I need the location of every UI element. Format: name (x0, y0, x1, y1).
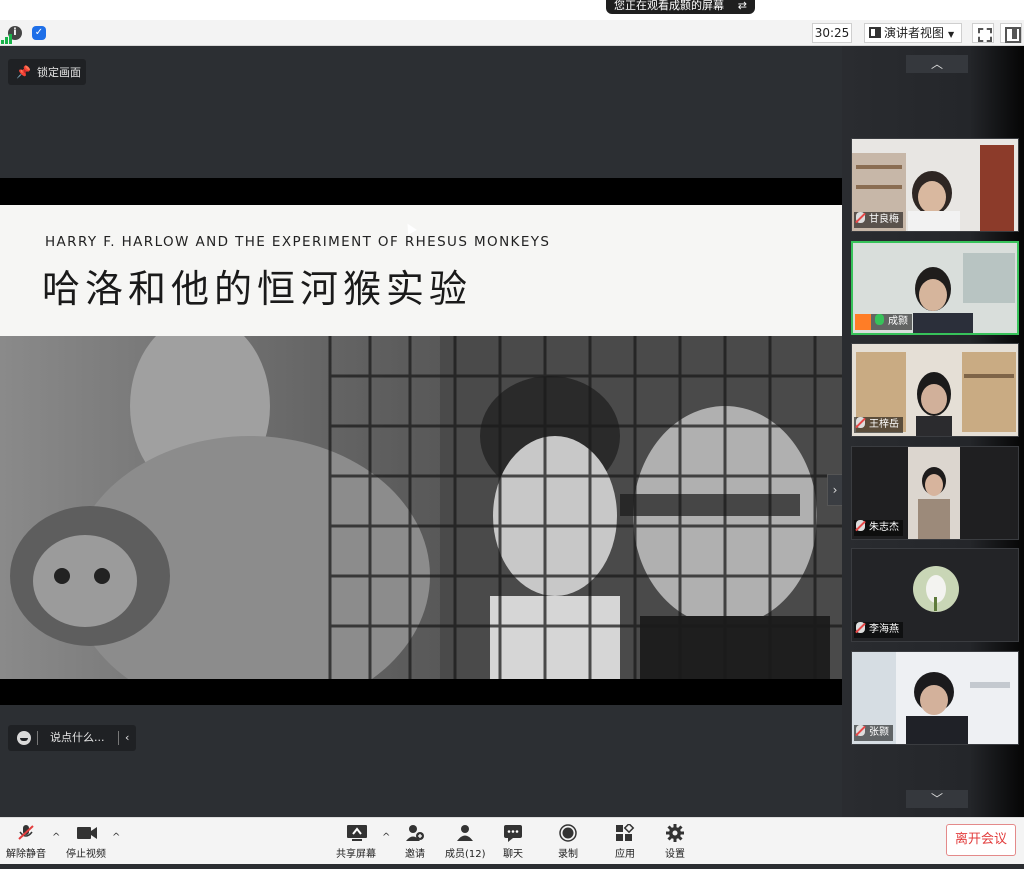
lock-screen-button[interactable]: 📌 锁定画面 (8, 59, 86, 85)
apps-icon (615, 822, 635, 842)
participant-name: 朱志杰 (869, 522, 899, 533)
mic-muted-icon (856, 622, 865, 633)
participant-name: 李海燕 (869, 624, 899, 635)
apps-button[interactable]: 应用 (615, 822, 635, 860)
participant-name: 甘良梅 (869, 214, 899, 225)
chevron-left-icon[interactable]: ‹ (125, 725, 129, 751)
members-icon (455, 824, 475, 842)
video-camera-icon (76, 824, 97, 842)
fullscreen-icon[interactable] (972, 23, 994, 43)
gear-icon (665, 824, 685, 842)
divider (118, 731, 119, 745)
host-badge-icon (855, 314, 871, 330)
invite-label: 邀请 (405, 849, 425, 860)
participant-name-tag: 成颢 (855, 314, 912, 330)
participant-name: 成颢 (888, 316, 908, 327)
record-label: 录制 (558, 849, 578, 860)
record-icon (558, 824, 578, 842)
slide-subtitle: HARRY F. HARLOW AND THE EXPERIMENT OF RH… (45, 234, 551, 250)
share-screen-icon (346, 824, 367, 842)
chat-button[interactable]: 聊天 (503, 824, 523, 860)
stop-video-button[interactable]: 停止视频 (66, 824, 106, 860)
chevron-up-icon[interactable]: ^ (52, 832, 60, 843)
participant-tile[interactable]: 王梓岳 (851, 343, 1019, 437)
stop-video-label: 停止视频 (66, 849, 106, 860)
slide-header: HARRY F. HARLOW AND THE EXPERIMENT OF RH… (0, 205, 842, 336)
mic-muted-icon (16, 824, 36, 842)
view-mode-dropdown[interactable]: 演讲者视图 ▼ (864, 23, 962, 43)
share-screen-label: 共享屏幕 (336, 849, 376, 860)
scroll-down-button[interactable]: ﹀ (906, 790, 968, 808)
apps-label: 应用 (615, 849, 635, 860)
leave-meeting-button[interactable]: 离开会议 (946, 824, 1016, 856)
chevron-down-icon: ▼ (948, 30, 955, 39)
slide-photo (0, 336, 842, 679)
status-bar: i ✓ 30:25 演讲者视图 ▼ (0, 20, 1024, 46)
chat-label: 聊天 (503, 849, 523, 860)
unmute-button[interactable]: 解除静音 (6, 824, 46, 860)
mic-muted-icon (856, 520, 865, 531)
mic-muted-icon (856, 417, 865, 428)
sidebar-toggle-icon[interactable] (1000, 23, 1022, 43)
participant-tile[interactable]: 甘良梅 (851, 138, 1019, 232)
chat-placeholder: 说点什么... (50, 731, 105, 744)
presentation-slide: HARRY F. HARLOW AND THE EXPERIMENT OF RH… (0, 178, 842, 705)
view-mode-label: 演讲者视图 (884, 26, 945, 40)
speaker-view-icon (869, 27, 881, 38)
chevron-up-icon[interactable]: ^ (382, 832, 390, 843)
members-label: 成员(12) (445, 849, 486, 860)
unmute-label: 解除静音 (6, 849, 46, 860)
meeting-timer: 30:25 (812, 23, 852, 43)
participant-name-tag: 朱志杰 (854, 520, 903, 536)
scroll-up-button[interactable]: ︿ (906, 55, 968, 73)
settings-label: 设置 (665, 849, 685, 860)
members-button[interactable]: 成员(12) (445, 824, 486, 860)
window-bottom-edge (0, 864, 1024, 869)
shield-icon[interactable]: ✓ (32, 26, 46, 40)
chevron-up-icon[interactable]: ^ (112, 832, 120, 843)
chevron-right-icon[interactable]: › (827, 474, 843, 506)
mic-muted-icon (856, 725, 865, 736)
share-screen-button[interactable]: 共享屏幕 (336, 824, 376, 860)
pin-icon: 📌 (16, 65, 31, 79)
emoji-icon[interactable] (17, 731, 31, 745)
mic-muted-icon (856, 212, 865, 223)
participant-tile[interactable]: 张颢 (851, 651, 1019, 745)
mic-on-icon (875, 314, 884, 325)
participant-name-tag: 李海燕 (854, 622, 903, 638)
slide-title: 哈洛和他的恒河猴实验 (42, 267, 473, 311)
participant-tile-active[interactable]: 成颢 (851, 241, 1019, 335)
settings-button[interactable]: 设置 (665, 824, 685, 860)
participant-name: 张颢 (869, 727, 889, 738)
meeting-window: 您正在观看成颢的屏幕 ⇄ i ✓ 30:25 演讲者视图 ▼ 📌 锁定画面 HARR… (0, 0, 1024, 869)
participant-name-tag: 甘良梅 (854, 212, 903, 228)
lock-screen-label: 锁定画面 (36, 66, 81, 79)
top-strip (0, 0, 1024, 20)
participant-name-tag: 王梓岳 (854, 417, 903, 433)
participant-tile[interactable]: 朱志杰 (851, 446, 1019, 540)
switch-icon[interactable]: ⇄ (738, 0, 747, 12)
invite-button[interactable]: 邀请 (405, 824, 425, 860)
share-banner[interactable]: 您正在观看成颢的屏幕 ⇄ (606, 0, 755, 14)
participant-tile[interactable]: 李海燕 (851, 548, 1019, 642)
chat-input-bubble[interactable]: 说点什么... ‹ (8, 725, 136, 751)
meeting-toolbar: 解除静音 ^ 停止视频 ^ 共享屏幕 ^ 邀请 成员(12) 聊天 录制 应用 … (0, 817, 1024, 869)
participant-name: 王梓岳 (869, 419, 899, 430)
participant-name-tag: 张颢 (854, 725, 893, 741)
divider (37, 731, 38, 745)
video-panel: ︿ 甘良梅 成颢 王梓岳 朱志杰 李海燕 张颢 ﹀ (842, 46, 1024, 817)
shared-screen-area: 📌 锁定画面 HARRY F. HARLOW AND THE EXPERIMENT… (0, 46, 843, 817)
chat-icon (503, 824, 523, 842)
share-banner-text: 您正在观看成颢的屏幕 (614, 0, 724, 12)
record-button[interactable]: 录制 (558, 824, 578, 860)
invite-user-icon (405, 824, 425, 842)
